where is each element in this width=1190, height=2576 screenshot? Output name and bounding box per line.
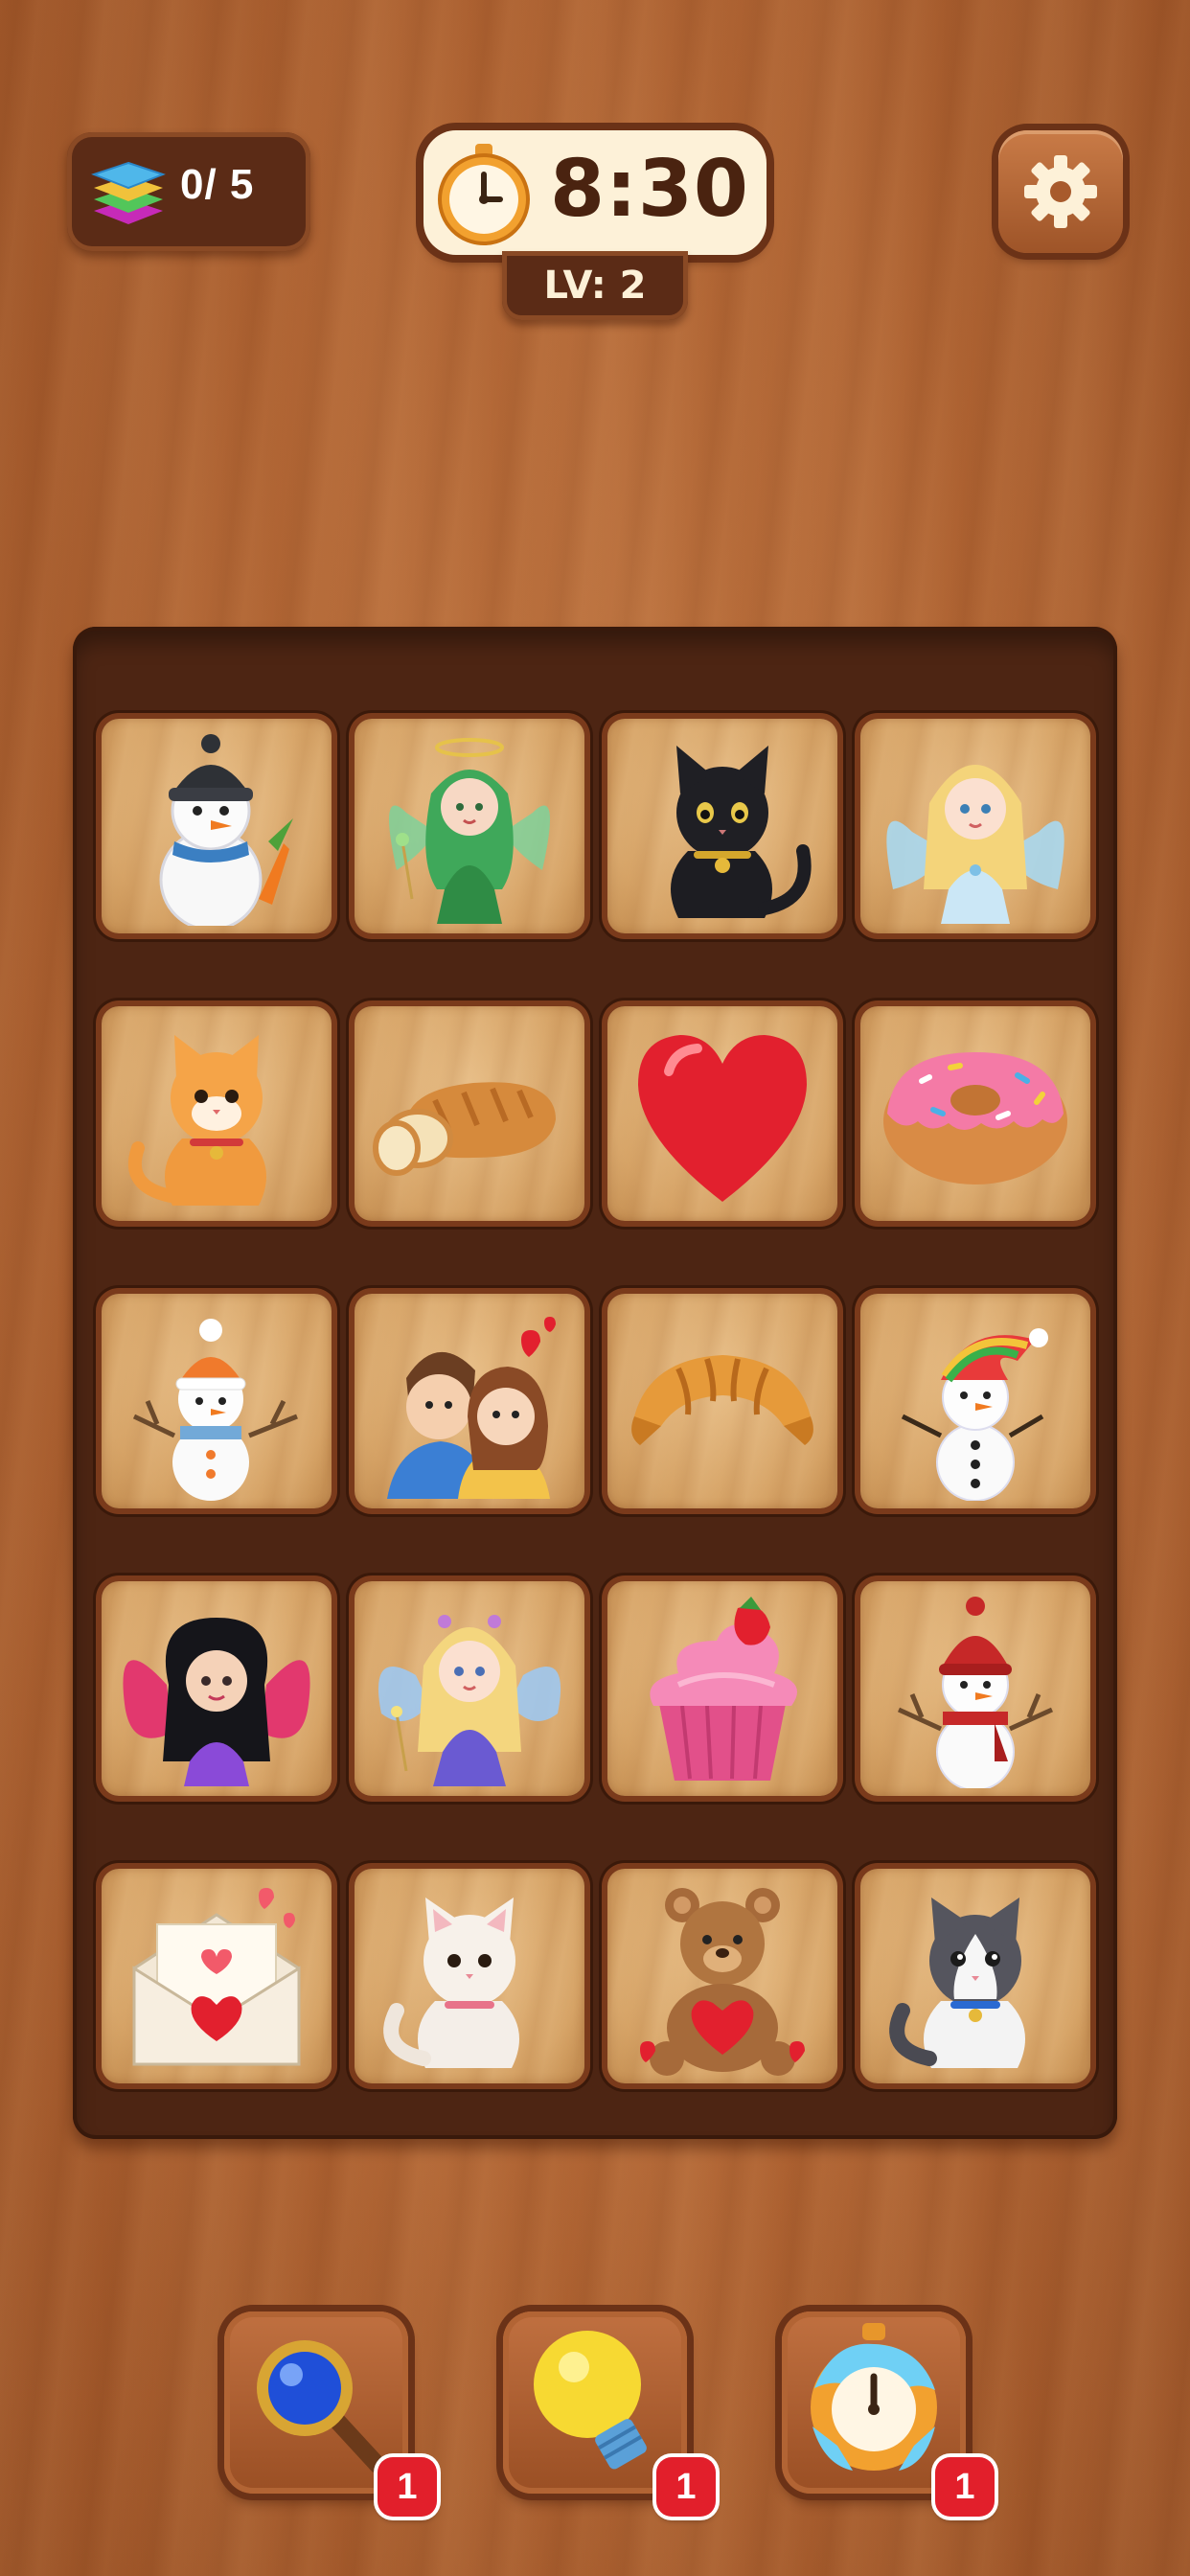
tile-orange-cat[interactable]: [102, 1006, 332, 1221]
purple-fairy-icon: [378, 1615, 561, 1786]
tile-snowman-black-hat-carrot[interactable]: [102, 719, 332, 933]
frozen-clock-icon: [811, 2323, 937, 2471]
blue-fairy-icon: [886, 765, 1064, 924]
tile-couple-hearts[interactable]: [355, 1294, 584, 1508]
tile-board: [73, 627, 1117, 2139]
tile-bread-loaf[interactable]: [355, 1006, 584, 1221]
snowman-icon: [132, 1319, 298, 1501]
layers-stack-icon: [91, 161, 166, 224]
tile-red-heart[interactable]: [607, 1006, 837, 1221]
timer-text: 8:30: [550, 144, 749, 235]
magnifier-count-badge: 1: [378, 2457, 437, 2517]
tile-purple-fairy-blonde[interactable]: [355, 1581, 584, 1796]
tile-snowman-orange-hat[interactable]: [102, 1294, 332, 1508]
butterfly-fairy-icon: [123, 1618, 310, 1786]
tile-love-letter[interactable]: [102, 1869, 332, 2083]
bread-icon: [373, 1082, 556, 1176]
freeze-tool-button[interactable]: 1: [782, 2312, 995, 2517]
love-letter-icon: [132, 1888, 301, 2066]
layers-count-text: 0/ 5: [180, 161, 255, 208]
stopwatch-icon: [438, 144, 530, 245]
cupcake-icon: [650, 1597, 797, 1781]
freeze-count-badge: 1: [935, 2457, 995, 2517]
snowman-icon: [159, 734, 293, 926]
tile-black-cat[interactable]: [607, 719, 837, 933]
tile-white-cat[interactable]: [355, 1869, 584, 2083]
layers-counter: 0/ 5: [67, 132, 310, 251]
white-cat-icon: [383, 1898, 519, 2068]
timer-panel: 8:30: [423, 130, 767, 255]
lightbulb-icon: [534, 2331, 647, 2470]
couple-icon: [387, 1317, 556, 1499]
tile-blue-fairy-blonde[interactable]: [860, 719, 1090, 933]
tile-cupcake-strawberry[interactable]: [607, 1581, 837, 1796]
magnifying-glass-icon: [257, 2340, 386, 2473]
gear-icon: [1024, 155, 1097, 228]
tile-butterfly-fairy-dark-hair[interactable]: [102, 1581, 332, 1796]
settings-button[interactable]: [998, 130, 1123, 253]
snowman-icon: [901, 1328, 1048, 1501]
tile-teddy-bear-heart[interactable]: [607, 1869, 837, 2083]
snowman-icon: [897, 1597, 1054, 1788]
donut-icon: [883, 1052, 1067, 1184]
black-cat-icon: [671, 746, 812, 918]
tile-snowman-red-hat-scarf[interactable]: [860, 1581, 1090, 1796]
orange-cat-icon: [127, 1035, 266, 1206]
level-indicator: LV: 2: [502, 251, 688, 320]
hint-tool-button[interactable]: 1: [503, 2312, 716, 2517]
teddy-bear-icon: [640, 1888, 805, 2076]
croissant-icon: [631, 1355, 813, 1445]
tile-green-fairy-angel[interactable]: [355, 719, 584, 933]
magnifier-tool-button[interactable]: 1: [224, 2312, 437, 2517]
tile-croissant[interactable]: [607, 1294, 837, 1508]
heart-icon: [638, 1035, 807, 1202]
gray-cat-icon: [889, 1898, 1025, 2068]
level-text: LV: 2: [543, 264, 647, 308]
green-fairy-icon: [389, 738, 550, 924]
tile-snowman-rainbow-hat[interactable]: [860, 1294, 1090, 1508]
tile-gray-white-cat[interactable]: [860, 1869, 1090, 2083]
hint-count-badge: 1: [656, 2457, 716, 2517]
tile-pink-donut[interactable]: [860, 1006, 1090, 1221]
